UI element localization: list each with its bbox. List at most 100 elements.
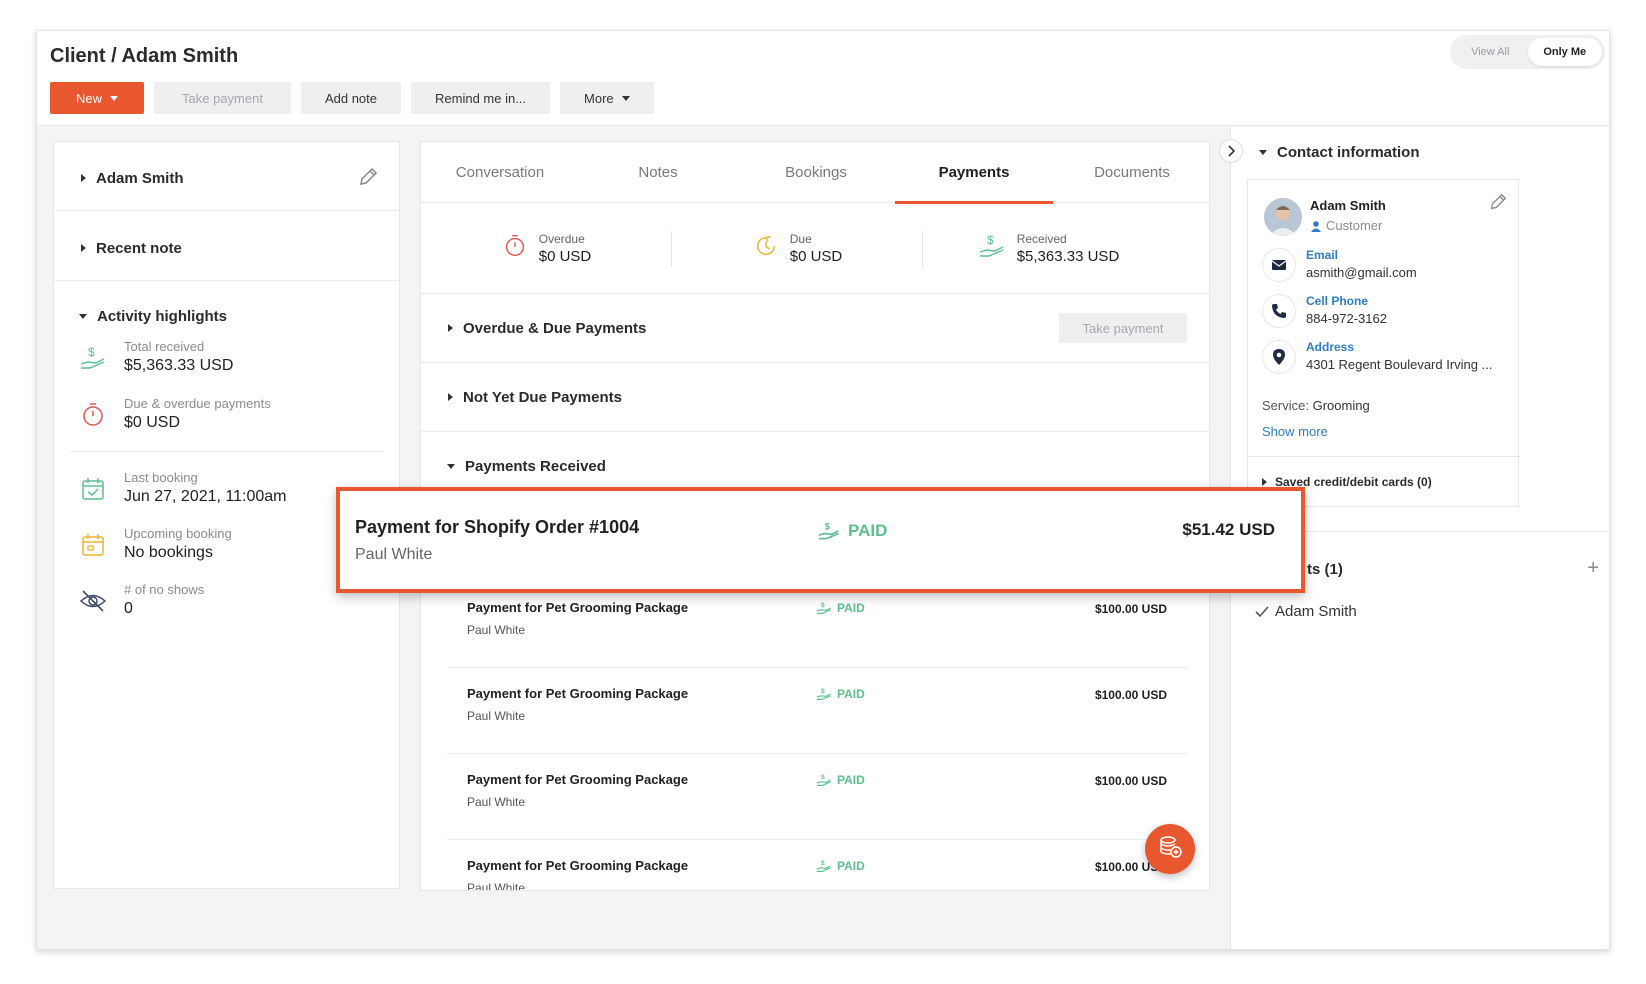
stopwatch-icon <box>78 400 108 430</box>
hand-money-icon: $ <box>977 231 1007 266</box>
payment-title: Payment for Shopify Order #1004 <box>355 517 640 537</box>
payment-row[interactable]: Payment for Pet Grooming Package Paul Wh… <box>447 668 1187 754</box>
client-name: Adam Smith <box>96 169 184 187</box>
stat-due-overdue: Due & overdue payments $0 USD <box>78 396 271 432</box>
payment-title: Payment for Pet Grooming Package <box>467 686 689 701</box>
client-list-item[interactable]: Adam Smith <box>1255 603 1357 620</box>
divider <box>54 210 401 211</box>
svg-text:$: $ <box>88 345 95 359</box>
field-label: Email <box>1306 248 1339 262</box>
payment-payer: Paul White <box>467 881 526 891</box>
tab-payments[interactable]: Payments <box>895 142 1053 204</box>
expand-icon <box>1262 478 1267 486</box>
client-item-name: Adam Smith <box>1275 603 1357 620</box>
payment-amount: $51.42 USD <box>1182 520 1275 539</box>
contact-info-header[interactable]: Contact information <box>1259 144 1420 161</box>
stat-value: No bookings <box>124 544 213 561</box>
expand-icon <box>81 244 86 252</box>
summary-overdue: Overdue $0 USD <box>421 204 671 293</box>
pencil-icon[interactable] <box>1488 192 1508 217</box>
recent-note-label: Recent note <box>96 239 182 257</box>
calendar-icon <box>78 530 108 560</box>
envelope-icon <box>1262 248 1296 282</box>
status-badge: PAID <box>848 521 888 540</box>
calendar-check-icon <box>78 474 108 504</box>
status-badge: PAID <box>837 687 865 701</box>
phone-value[interactable]: 884-972-3162 <box>1306 311 1387 326</box>
location-pin-icon <box>1262 340 1296 374</box>
payment-row[interactable]: Payment for Pet Grooming Package Paul Wh… <box>447 582 1187 668</box>
more-button[interactable]: More <box>560 82 654 114</box>
highlighted-payment-row[interactable]: Payment for Shopify Order #1004 Paul Whi… <box>336 487 1305 593</box>
divider <box>54 280 401 281</box>
stat-value: $5,363.33 USD <box>124 357 234 374</box>
stat-upcoming-booking: Upcoming booking No bookings <box>78 526 232 562</box>
tab-notes[interactable]: Notes <box>579 142 737 203</box>
contact-card: Adam Smith Customer Email asmith@gmail.c… <box>1247 179 1520 507</box>
activity-highlights-row[interactable]: Activity highlights <box>54 302 401 330</box>
pencil-icon[interactable] <box>357 166 379 192</box>
stat-last-booking: Last booking Jun 27, 2021, 11:00am <box>78 470 287 506</box>
hand-money-icon: $ <box>816 860 831 872</box>
section-overdue-due[interactable]: Overdue & Due Payments Take payment <box>421 294 1209 363</box>
stat-label: Total received <box>124 339 205 354</box>
add-note-button[interactable]: Add note <box>300 82 401 114</box>
stat-no-shows: # of no shows 0 <box>78 582 204 618</box>
client-name-row[interactable]: Adam Smith <box>54 164 401 192</box>
collapse-icon <box>1259 150 1267 155</box>
stat-label: # of no shows <box>124 582 205 597</box>
activity-highlights-title: Activity highlights <box>97 307 228 325</box>
section-take-payment-button[interactable]: Take payment <box>1059 313 1187 343</box>
contact-role: Customer <box>1310 218 1382 233</box>
user-icon <box>1311 220 1321 232</box>
remind-me-button[interactable]: Remind me in... <box>411 82 551 114</box>
hand-money-icon: $ <box>816 688 831 700</box>
expand-icon <box>448 324 453 332</box>
payment-row[interactable]: Payment for Pet Grooming Package Paul Wh… <box>447 754 1187 840</box>
new-button[interactable]: New <box>50 82 145 114</box>
tab-bar: Conversation Notes Bookings Payments Doc… <box>421 142 1209 204</box>
tab-conversation[interactable]: Conversation <box>421 142 579 203</box>
address-value: 4301 Regent Boulevard Irving ... <box>1306 357 1493 372</box>
toolbar: New Take payment Add note Remind me in..… <box>50 82 654 114</box>
tab-documents[interactable]: Documents <box>1053 142 1209 203</box>
section-not-yet-due[interactable]: Not Yet Due Payments <box>421 363 1209 432</box>
expand-icon <box>81 174 86 182</box>
view-all-option[interactable]: View All <box>1453 38 1528 66</box>
stat-label: Last booking <box>124 470 198 485</box>
status-badge: PAID <box>837 859 865 873</box>
take-payment-button[interactable]: Take payment <box>154 82 291 114</box>
status-badge: PAID <box>837 773 865 787</box>
payment-row[interactable]: Payment for Pet Grooming Package Paul Wh… <box>447 840 1187 891</box>
more-button-label: More <box>584 90 614 106</box>
tab-bookings[interactable]: Bookings <box>737 142 895 203</box>
svg-text:$: $ <box>825 521 831 531</box>
role-label: Customer <box>1326 218 1383 233</box>
summary-label: Due <box>789 232 812 246</box>
coins-plus-icon <box>1156 833 1184 866</box>
paid-status: $ PAID <box>816 520 887 542</box>
payment-amount: $100.00 USD <box>1094 602 1167 616</box>
paid-status: $ PAID <box>815 600 865 616</box>
show-more-link[interactable]: Show more <box>1262 424 1328 439</box>
only-me-option[interactable]: Only Me <box>1527 38 1602 66</box>
phone-field: Cell Phone 884-972-3162 <box>1262 294 1387 328</box>
svg-text:$: $ <box>821 688 825 695</box>
field-label: Cell Phone <box>1306 294 1369 308</box>
summary-received: $ Received $5,363.33 USD <box>923 204 1173 293</box>
svg-text:$: $ <box>821 774 825 781</box>
payment-title: Payment for Pet Grooming Package <box>467 858 689 873</box>
service-value: Grooming <box>1312 398 1370 413</box>
recent-note-row[interactable]: Recent note <box>54 234 401 262</box>
svg-text:$: $ <box>987 233 994 247</box>
email-field: Email asmith@gmail.com <box>1262 248 1417 282</box>
stat-value: $0 USD <box>124 414 181 431</box>
add-icon[interactable]: + <box>1587 557 1599 580</box>
payment-payer: Paul White <box>467 709 526 723</box>
add-payment-fab[interactable] <box>1145 824 1195 874</box>
collapse-panel-button[interactable] <box>1219 139 1243 163</box>
address-field: Address 4301 Regent Boulevard Irving ... <box>1262 340 1492 374</box>
stat-total-received: $ Total received $5,363.33 USD <box>78 339 233 375</box>
new-button-label: New <box>76 90 103 106</box>
email-value[interactable]: asmith@gmail.com <box>1306 265 1417 280</box>
